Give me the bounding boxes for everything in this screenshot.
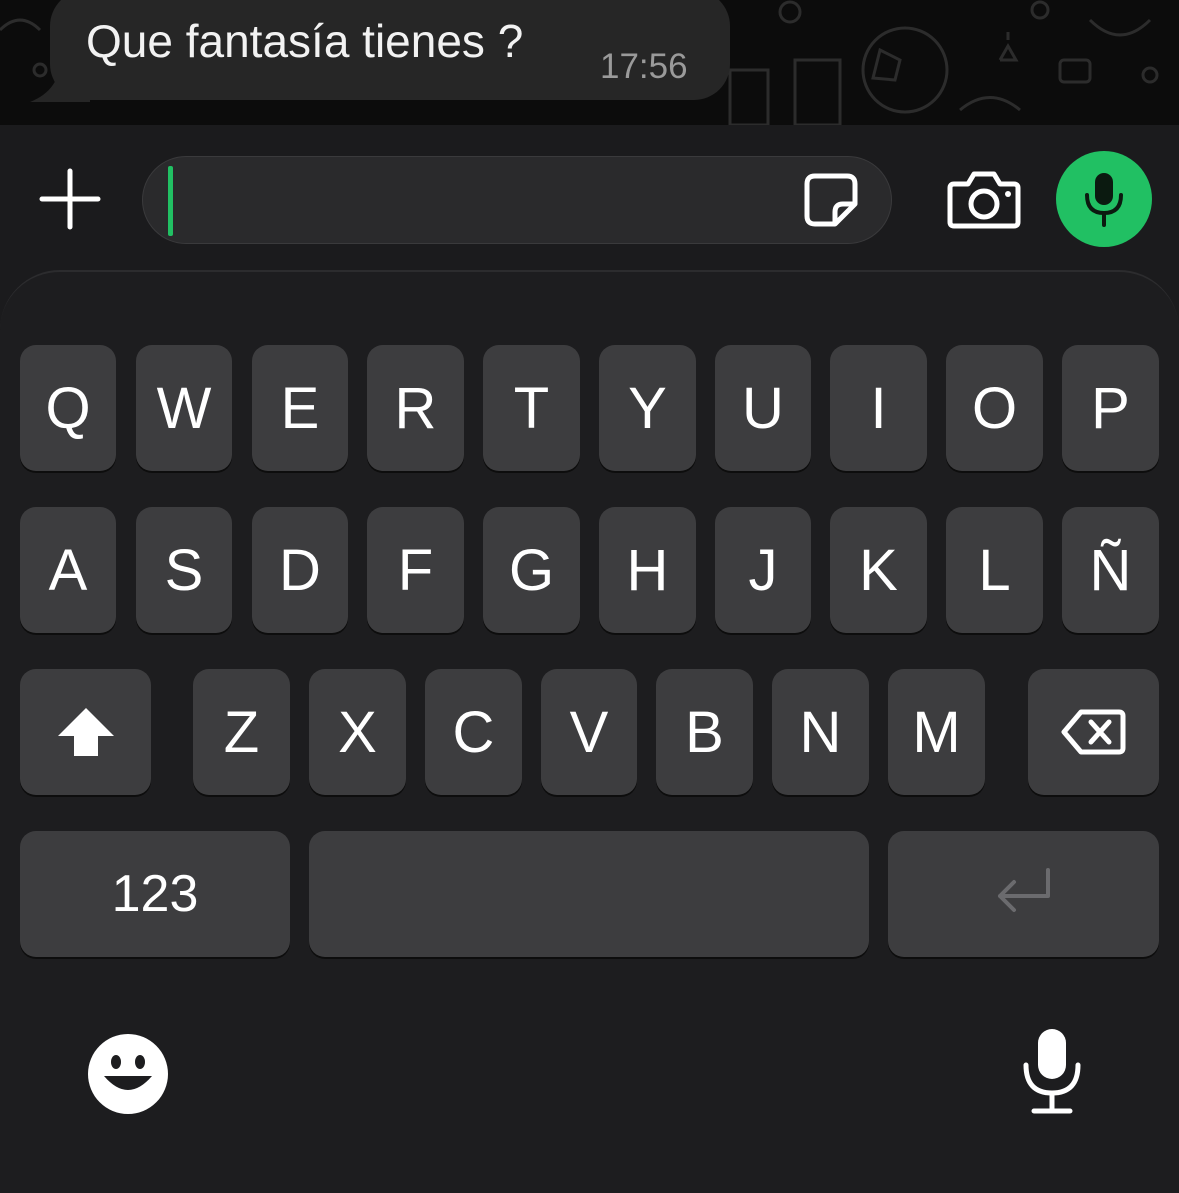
emoji-button[interactable] [86, 1032, 170, 1116]
shift-icon [57, 708, 114, 756]
backspace-icon [1061, 709, 1125, 755]
key-j[interactable]: J [715, 507, 811, 633]
key-c[interactable]: C [425, 669, 522, 795]
key-k[interactable]: K [830, 507, 927, 633]
key-q[interactable]: Q [20, 345, 116, 471]
voice-message-button[interactable] [1056, 151, 1152, 247]
key-u[interactable]: U [715, 345, 811, 471]
attach-button[interactable] [36, 167, 104, 231]
key-d[interactable]: D [252, 507, 348, 633]
emoji-icon [88, 1034, 168, 1114]
chat-area: Que fantasía tienes ? 17:56 [0, 0, 1179, 125]
key-a[interactable]: A [20, 507, 116, 633]
shift-key[interactable] [20, 669, 151, 795]
key-b[interactable]: B [656, 669, 753, 795]
key-p[interactable]: P [1062, 345, 1159, 471]
plus-icon [39, 168, 101, 230]
message-timestamp: 17:56 [600, 47, 688, 86]
key-v[interactable]: V [541, 669, 637, 795]
backspace-key[interactable] [1028, 669, 1159, 795]
key-l[interactable]: L [946, 507, 1043, 633]
key-w[interactable]: W [136, 345, 232, 471]
dictation-button[interactable] [1020, 1025, 1084, 1115]
key-y[interactable]: Y [599, 345, 696, 471]
message-text: Que fantasía tienes ? [86, 15, 524, 67]
sticker-icon [804, 173, 858, 227]
key-n[interactable]: N [772, 669, 869, 795]
key-t[interactable]: T [483, 345, 580, 471]
key-r[interactable]: R [367, 345, 464, 471]
text-caret [168, 166, 173, 236]
microphone-icon [1085, 173, 1123, 227]
return-icon [997, 868, 1050, 912]
key-s[interactable]: S [136, 507, 232, 633]
key-f[interactable]: F [367, 507, 464, 633]
key-e[interactable]: E [252, 345, 348, 471]
key-m[interactable]: M [888, 669, 985, 795]
return-key[interactable] [888, 831, 1159, 957]
camera-button[interactable] [946, 168, 1022, 232]
sticker-button[interactable] [801, 170, 861, 230]
key-n-tilde[interactable]: Ñ [1062, 507, 1159, 633]
key-i[interactable]: I [830, 345, 927, 471]
numbers-key[interactable]: 123 [20, 831, 290, 957]
key-g[interactable]: G [483, 507, 580, 633]
key-x[interactable]: X [309, 669, 406, 795]
key-z[interactable]: Z [193, 669, 290, 795]
key-o[interactable]: O [946, 345, 1043, 471]
camera-icon [947, 171, 1021, 229]
message-input[interactable] [142, 156, 892, 244]
space-key[interactable] [309, 831, 869, 957]
microphone-icon [1023, 1029, 1081, 1114]
message-bubble-tail [30, 60, 90, 102]
key-h[interactable]: H [599, 507, 696, 633]
